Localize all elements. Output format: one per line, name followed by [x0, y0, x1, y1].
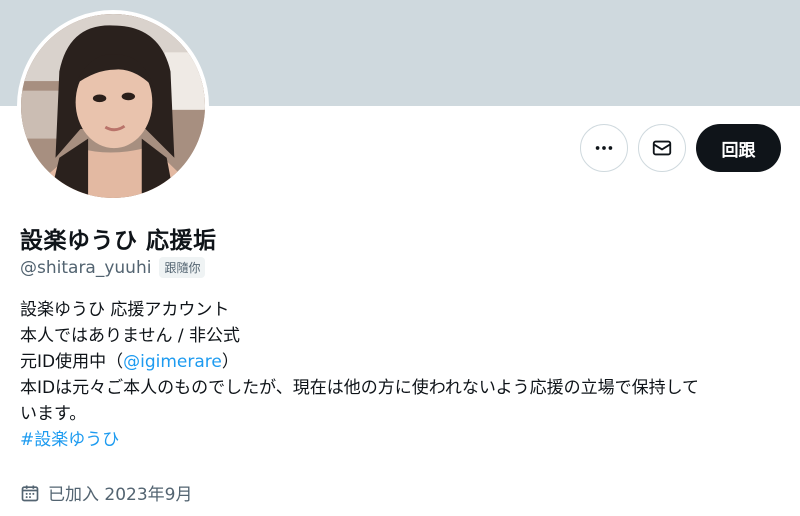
follow-back-button[interactable]: 回跟	[696, 124, 781, 172]
bio-line: 本人ではありません / 非公式	[20, 326, 241, 346]
hashtag-link[interactable]: #設楽ゆうひ	[20, 427, 790, 453]
profile-actions: 回跟	[580, 124, 781, 172]
joined-date: 已加入 2023年9月	[20, 480, 192, 505]
bio-text: ）	[221, 352, 239, 372]
avatar[interactable]	[17, 10, 209, 202]
message-button[interactable]	[638, 124, 686, 172]
display-name: 設楽ゆうひ 応援垢	[20, 228, 217, 254]
joined-text: 已加入 2023年9月	[48, 485, 193, 505]
handle-row: @shitara_yuuhi 跟隨你	[20, 257, 206, 278]
avatar-photo	[21, 14, 205, 198]
bio-line: 設楽ゆうひ 応援アカウント	[20, 300, 230, 320]
mention-link[interactable]: @igimerare	[123, 352, 222, 372]
calendar-icon	[21, 485, 39, 501]
bio-text: 元ID使用中（	[20, 352, 124, 372]
follows-you-badge: 跟隨你	[159, 257, 206, 278]
more-horizontal-icon	[595, 146, 613, 150]
profile-bio: 設楽ゆうひ 応援アカウント 本人ではありません / 非公式 元ID使用中（@ig…	[20, 297, 790, 453]
more-button[interactable]	[580, 124, 628, 172]
envelope-icon	[652, 140, 672, 156]
bio-line: 元ID使用中（@igimerare）	[20, 349, 790, 375]
bio-line: います。	[20, 404, 87, 424]
bio-line: 本IDは元々ご本人のものでしたが、現在は他の方に使われないよう応援の立場で保持し…	[20, 378, 700, 398]
user-handle: @shitara_yuuhi	[20, 257, 152, 278]
